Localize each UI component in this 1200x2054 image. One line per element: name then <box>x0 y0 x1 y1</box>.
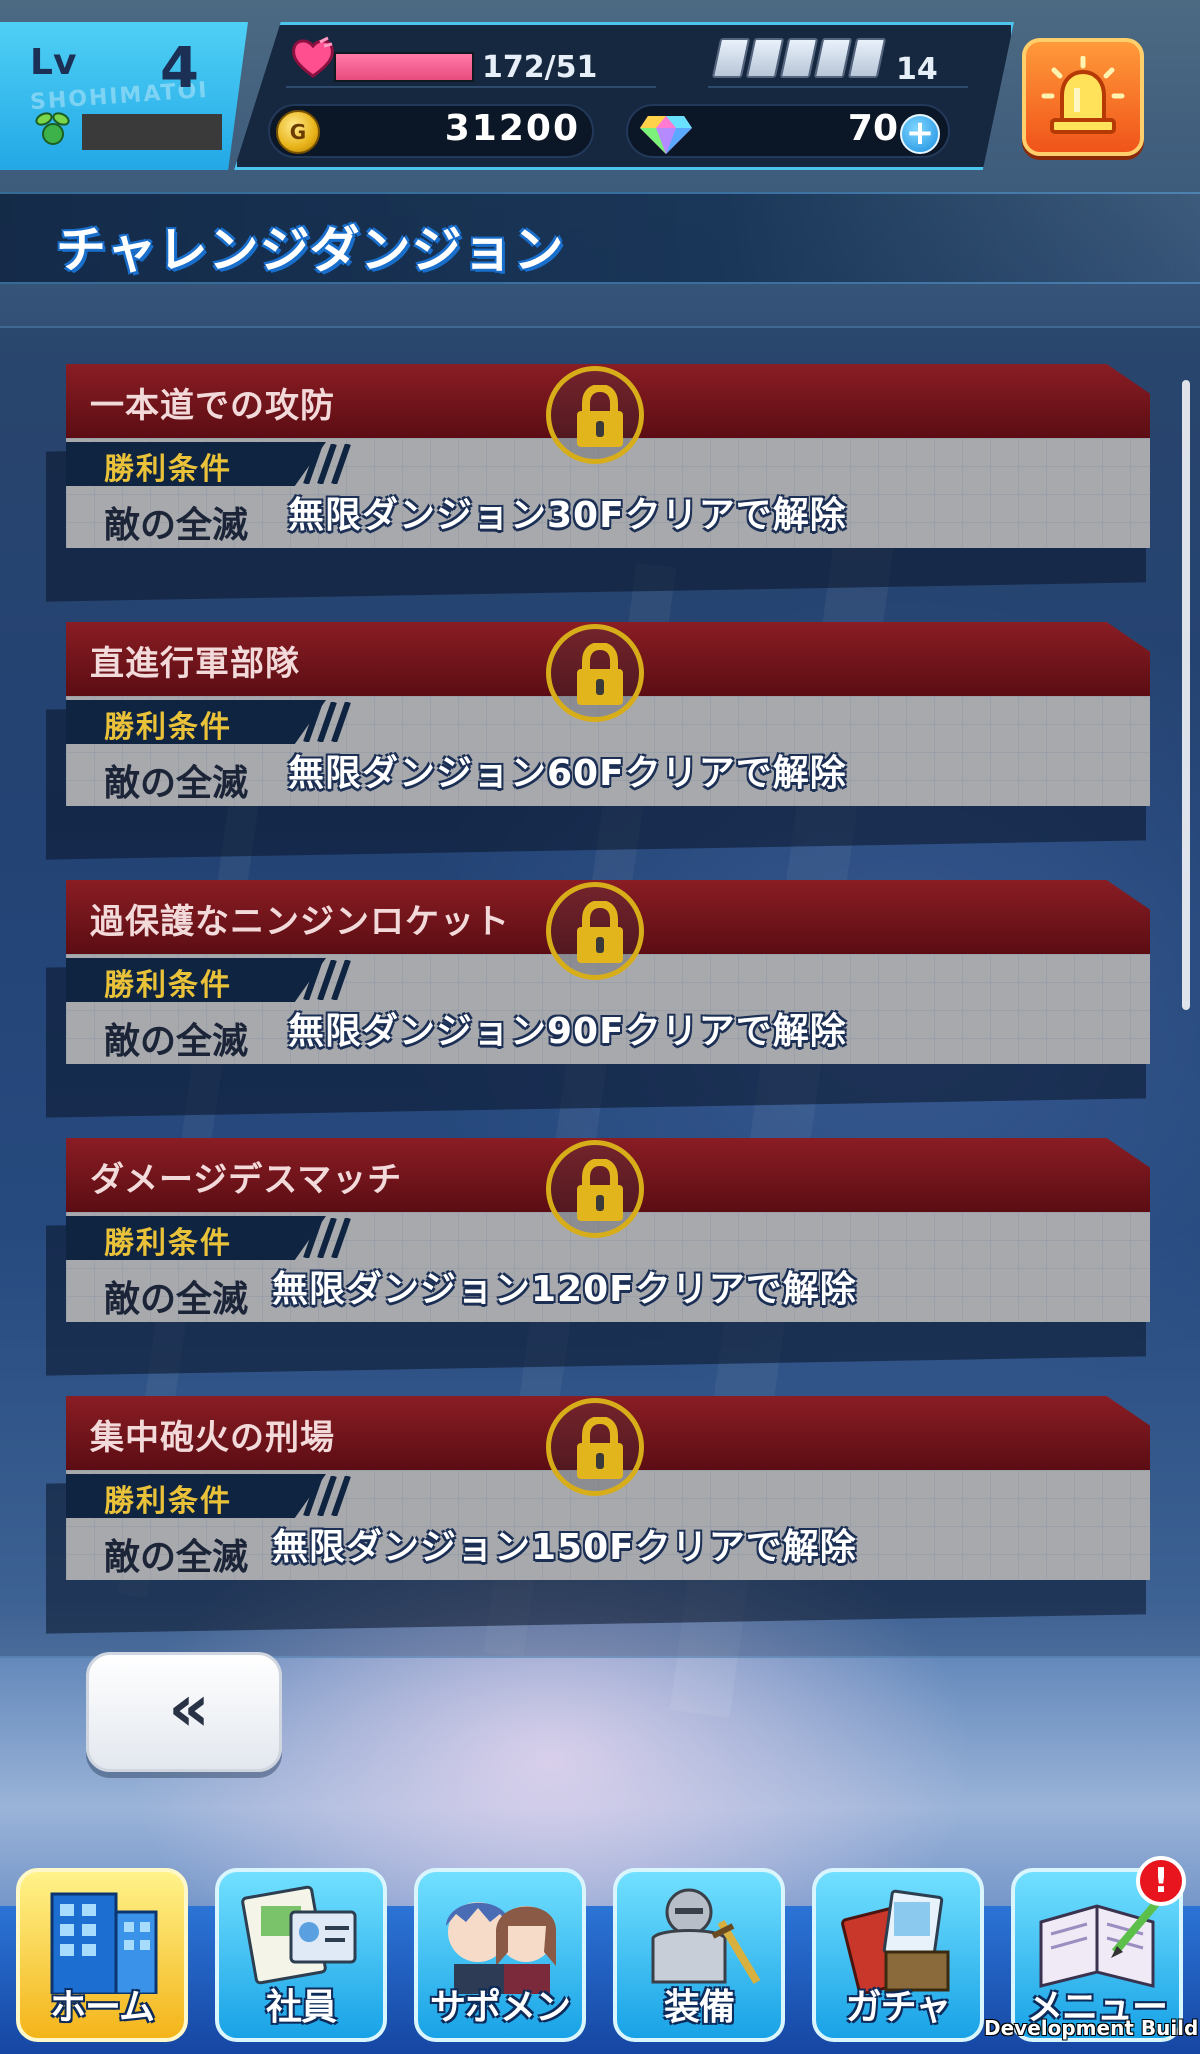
screen-title-bar: チャレンジダンジョン <box>0 192 1200 284</box>
nav-label: 装備 <box>663 1987 735 2028</box>
condition-value: 敵の全滅 <box>104 1021 249 1062</box>
nav-label: 社員 <box>265 1987 337 2028</box>
lock-icon <box>546 1140 644 1238</box>
dungeon-card[interactable]: 一本道での攻防 勝利条件 敵の全滅 無限ダンジョン30Fクリアで解除 <box>46 364 1150 602</box>
condition-value: 敵の全滅 <box>104 1537 249 1578</box>
top-status-bar: SHOHIMATOI Lv 4 172/51 14 G 31200 70 + <box>0 0 1200 178</box>
nav-label: ガチャ <box>845 1987 952 2028</box>
dungeon-card[interactable]: 集中砲火の刑場 勝利条件 敵の全滅 無限ダンジョン150Fクリアで解除 <box>46 1396 1150 1634</box>
unlock-requirement: 無限ダンジョン30Fクリアで解除 <box>288 495 847 536</box>
stripe-decoration <box>303 1476 351 1516</box>
gem-icon <box>640 116 692 154</box>
sprout-icon <box>35 112 70 145</box>
unlock-requirement: 無限ダンジョン90Fクリアで解除 <box>288 1011 847 1052</box>
condition-label: 勝利条件 <box>104 452 232 487</box>
stamina-bar <box>334 52 474 82</box>
siren-icon <box>1041 56 1125 134</box>
back-button[interactable]: « <box>86 1652 282 1772</box>
stamina-text: 172/51 <box>482 50 598 85</box>
add-gems-button[interactable]: + <box>900 114 940 154</box>
player-name-box <box>82 114 222 150</box>
level-label: Lv <box>30 42 77 83</box>
nav-support-members[interactable]: サポメン <box>414 1868 586 2042</box>
unlock-requirement: 無限ダンジョン60Fクリアで解除 <box>288 753 847 794</box>
dungeon-name: 一本道での攻防 <box>90 386 335 426</box>
alert-siren-button[interactable] <box>1022 38 1144 156</box>
page-title: チャレンジダンジョン <box>56 221 565 279</box>
nav-equipment[interactable]: 装備 <box>613 1868 785 2042</box>
ticket-underline <box>708 86 968 88</box>
condition-label: 勝利条件 <box>104 1226 232 1261</box>
condition-value: 敵の全滅 <box>104 505 249 546</box>
ticket-count: 14 <box>896 52 938 87</box>
unlock-requirement: 無限ダンジョン120Fクリアで解除 <box>272 1269 857 1310</box>
list-scrollbar[interactable] <box>1182 380 1190 1010</box>
development-build-label: Development Build <box>984 2016 1199 2040</box>
nav-label: ホーム <box>50 1987 155 2028</box>
gold-coin-icon: G <box>276 110 320 154</box>
lock-icon <box>546 624 644 722</box>
dungeon-card[interactable]: 過保護なニンジンロケット 勝利条件 敵の全滅 無限ダンジョン90Fクリアで解除 <box>46 880 1150 1118</box>
dungeon-card[interactable]: ダメージデスマッチ 勝利条件 敵の全滅 無限ダンジョン120Fクリアで解除 <box>46 1138 1150 1376</box>
level-value: 4 <box>160 36 199 101</box>
dungeon-name: ダメージデスマッチ <box>90 1160 403 1200</box>
dungeon-name: 集中砲火の刑場 <box>90 1418 335 1458</box>
condition-value: 敵の全滅 <box>104 1279 249 1320</box>
lock-icon <box>546 1398 644 1496</box>
gold-amount: 31200 <box>444 108 580 149</box>
stripe-decoration <box>303 960 351 1000</box>
lock-icon <box>546 882 644 980</box>
stamina-underline <box>286 86 656 88</box>
dungeon-name: 過保護なニンジンロケット <box>90 902 510 942</box>
nav-gacha[interactable]: ガチャ <box>812 1868 984 2042</box>
gem-amount: 70 <box>847 108 898 149</box>
condition-label: 勝利条件 <box>104 968 232 1003</box>
nav-label: サポメン <box>429 1987 571 2028</box>
condition-label: 勝利条件 <box>104 1484 232 1519</box>
condition-value: 敵の全滅 <box>104 763 249 804</box>
stamina-bar-fill <box>336 54 472 80</box>
dungeon-card[interactable]: 直進行軍部隊 勝利条件 敵の全滅 無限ダンジョン60Fクリアで解除 <box>46 622 1150 860</box>
dungeon-name: 直進行軍部隊 <box>90 644 300 684</box>
lock-icon <box>546 366 644 464</box>
nav-employees[interactable]: 社員 <box>215 1868 387 2042</box>
stripe-decoration <box>303 444 351 484</box>
notification-badge: ! <box>1136 1856 1186 1906</box>
condition-label: 勝利条件 <box>104 710 232 745</box>
stripe-decoration <box>303 1218 351 1258</box>
unlock-requirement: 無限ダンジョン150Fクリアで解除 <box>272 1527 857 1568</box>
stripe-decoration <box>303 702 351 742</box>
heart-icon <box>292 36 334 78</box>
nav-home[interactable]: ホーム <box>16 1868 188 2042</box>
